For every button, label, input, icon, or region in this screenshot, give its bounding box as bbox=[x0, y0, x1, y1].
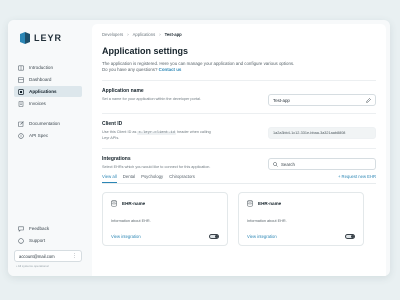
ehr-card-footer: View integration bbox=[111, 234, 219, 239]
ehr-card-footer: View integration bbox=[247, 234, 355, 239]
integration-toggle[interactable] bbox=[345, 234, 355, 239]
sidebar-item-label: Introduction bbox=[29, 65, 54, 70]
integration-toggle[interactable] bbox=[209, 234, 219, 239]
divider bbox=[102, 148, 376, 149]
client-id-label: Client ID bbox=[102, 121, 123, 127]
breadcrumb-current: Test-app bbox=[164, 32, 182, 37]
app-name-help: Set a name for your application within t… bbox=[102, 97, 201, 101]
database-icon bbox=[111, 200, 117, 207]
ehr-card-info: Information about EHR. bbox=[247, 219, 287, 223]
integrations-section: Integrations Select EHRs which you would… bbox=[102, 156, 376, 170]
integrations-label: Integrations bbox=[102, 156, 131, 162]
code-icon bbox=[18, 132, 24, 139]
chat-icon bbox=[18, 226, 24, 232]
ehr-card-name: EHR-name bbox=[122, 201, 146, 206]
breadcrumb-item[interactable]: Developers bbox=[102, 32, 123, 37]
tab-psychology[interactable]: Psychology bbox=[141, 174, 163, 182]
sidebar-item-label: Invoices bbox=[29, 101, 46, 106]
ehr-card-list: EHR-name Information about EHR. View int… bbox=[102, 192, 376, 246]
integrations-help: Select EHRs which you would like to conn… bbox=[102, 165, 211, 169]
book-icon bbox=[18, 65, 24, 71]
account-status: • All systems operational bbox=[16, 264, 49, 268]
view-integration-link[interactable]: View integration bbox=[111, 234, 141, 239]
breadcrumb: Developers › Applications › Test-app bbox=[102, 32, 376, 37]
app-window: LEYR Introduction Dashboard Applications… bbox=[8, 20, 390, 276]
sidebar-item-introduction[interactable]: Introduction bbox=[14, 62, 82, 73]
external-link-icon bbox=[18, 120, 24, 127]
client-id-help-text: Use this Client ID as bbox=[102, 130, 137, 134]
view-integration-link[interactable]: View integration bbox=[247, 234, 277, 239]
account-switcher[interactable]: account@mail.com ⋮ bbox=[14, 250, 82, 262]
ehr-card-header: EHR-name bbox=[247, 200, 355, 207]
more-vertical-icon[interactable]: ⋮ bbox=[72, 253, 77, 259]
sidebar-item-label: Dashboard bbox=[29, 77, 52, 82]
ehr-card: EHR-name Information about EHR. View int… bbox=[238, 192, 364, 246]
search-input[interactable]: Search bbox=[268, 158, 376, 170]
sidebar-item-invoices[interactable]: Invoices bbox=[14, 98, 82, 109]
divider bbox=[102, 113, 376, 114]
chevron-right-icon: › bbox=[159, 32, 161, 37]
app-name-section: Application name Set a name for your app… bbox=[102, 88, 376, 106]
request-new-ehr-link[interactable]: + Request new EHR bbox=[338, 174, 376, 179]
ehr-card-header: EHR-name bbox=[111, 200, 219, 207]
sidebar-item-label: Support bbox=[29, 238, 46, 243]
client-id-value: 1a2a3bb4-1c12-331e-bbaa-3a321aab8808 bbox=[273, 131, 346, 135]
logo[interactable]: LEYR bbox=[20, 30, 82, 46]
sidebar-footer: Feedback Support account@mail.com ⋮ • Al… bbox=[14, 223, 82, 268]
divider bbox=[102, 80, 376, 81]
tab-view-all[interactable]: View all bbox=[102, 174, 117, 183]
leyr-logo-icon bbox=[20, 32, 30, 44]
ehr-card-info: Information about EHR. bbox=[111, 219, 151, 223]
app-name-label: Application name bbox=[102, 88, 144, 94]
intro-question: Do you have any questions? Contact us bbox=[102, 67, 376, 73]
page-intro: The application is registered. Here you … bbox=[102, 61, 376, 73]
integration-tabs: View all Dental Psychology Chiropractors… bbox=[102, 174, 376, 184]
chevron-right-icon: › bbox=[127, 32, 129, 37]
app-icon bbox=[18, 88, 24, 95]
sidebar-item-label: API Spec bbox=[29, 133, 49, 138]
sidebar-item-dashboard[interactable]: Dashboard bbox=[14, 74, 82, 85]
app-name-input[interactable]: Test-app bbox=[268, 94, 376, 106]
sidebar-item-label: Applications bbox=[29, 89, 57, 94]
account-email: account@mail.com bbox=[19, 253, 55, 259]
sidebar-item-documentation[interactable]: Documentation bbox=[14, 118, 82, 129]
tab-dental[interactable]: Dental bbox=[123, 174, 135, 182]
brand-name: LEYR bbox=[34, 33, 63, 43]
database-icon bbox=[247, 200, 253, 207]
sidebar-item-applications[interactable]: Applications bbox=[14, 86, 82, 97]
main-content: Developers › Applications › Test-app App… bbox=[92, 24, 386, 276]
sidebar-nav: Introduction Dashboard Applications Invo… bbox=[14, 62, 82, 141]
dashboard-icon bbox=[18, 76, 24, 83]
sidebar: LEYR Introduction Dashboard Applications… bbox=[8, 20, 88, 276]
app-name-value: Test-app bbox=[273, 97, 290, 103]
sidebar-item-support[interactable]: Support bbox=[14, 235, 82, 246]
client-id-help: Use this Client ID as x-leyr-client-id h… bbox=[102, 130, 214, 141]
sidebar-item-api-spec[interactable]: API Spec bbox=[14, 130, 82, 141]
pencil-icon[interactable] bbox=[366, 97, 371, 103]
page-title: Application settings bbox=[102, 46, 189, 56]
client-id-field[interactable]: 1a2a3bb4-1c12-331e-bbaa-3a321aab8808 bbox=[268, 127, 376, 139]
breadcrumb-item[interactable]: Applications bbox=[133, 32, 156, 37]
contact-us-link[interactable]: Contact us bbox=[159, 67, 182, 72]
sidebar-item-feedback[interactable]: Feedback bbox=[14, 223, 82, 234]
sidebar-item-label: Feedback bbox=[29, 226, 50, 231]
ehr-card-name: EHR-name bbox=[258, 201, 282, 206]
intro-question-text: Do you have any questions? bbox=[102, 67, 158, 72]
tab-chiropractors[interactable]: Chiropractors bbox=[169, 174, 195, 182]
ehr-card: EHR-name Information about EHR. View int… bbox=[102, 192, 228, 246]
client-id-header-code: x-leyr-client-id bbox=[137, 131, 176, 135]
sidebar-item-label: Documentation bbox=[29, 121, 60, 126]
search-icon bbox=[273, 161, 278, 167]
client-id-section: Client ID Use this Client ID as x-leyr-c… bbox=[102, 121, 376, 141]
search-placeholder: Search bbox=[281, 161, 295, 167]
help-icon bbox=[18, 237, 24, 244]
invoice-icon bbox=[18, 100, 24, 107]
